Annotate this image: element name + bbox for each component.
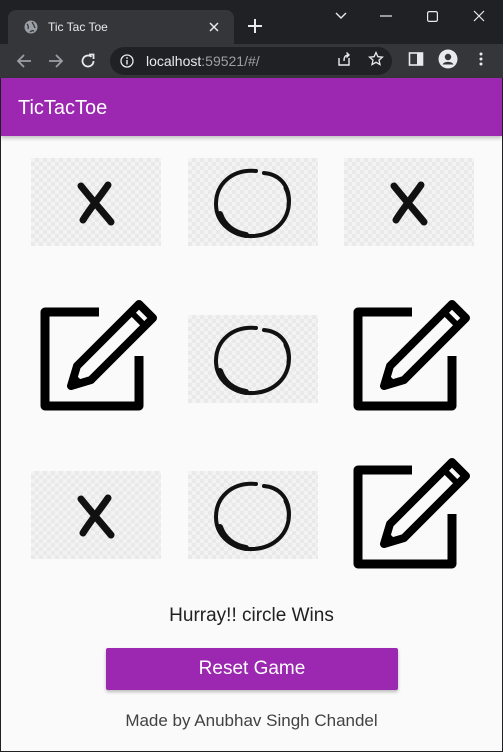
plus-icon[interactable] — [246, 17, 264, 35]
tab-title: Tic Tac Toe — [48, 20, 108, 34]
edit-square-icon — [353, 300, 470, 411]
circle-mark-icon — [213, 168, 292, 239]
edit-square-icon — [40, 300, 157, 411]
sidepanel-icon[interactable] — [408, 51, 424, 67]
url-host: localhost — [146, 53, 202, 69]
close-icon[interactable] — [206, 19, 222, 35]
browser-toolbar: localhost:59521/#/ — [0, 44, 503, 78]
edit-square-icon — [353, 458, 470, 569]
board-cell-1[interactable] — [31, 158, 161, 246]
chevron-down-icon[interactable] — [331, 6, 351, 26]
board-cell-4[interactable] — [35, 298, 165, 428]
globe-icon — [24, 20, 38, 34]
app-title: TicTacToe — [18, 97, 108, 119]
board-cell-2[interactable] — [188, 158, 318, 246]
info-icon[interactable] — [120, 54, 134, 68]
browser-tab[interactable]: Tic Tac Toe — [8, 10, 234, 44]
app-bar: TicTacToe — [1, 78, 502, 136]
x-mark-icon — [77, 494, 115, 539]
game-status: Hurray!! circle Wins — [169, 605, 334, 626]
board-cell-8[interactable] — [188, 471, 318, 559]
x-mark-icon — [390, 181, 428, 226]
browser-window: Tic Tac Toe localhost:59521/#/ TicTacToe… — [0, 0, 503, 752]
maximize-icon[interactable] — [422, 6, 442, 26]
star-icon[interactable] — [368, 51, 384, 67]
board-cell-6[interactable] — [348, 298, 478, 428]
tab-strip: Tic Tac Toe — [0, 0, 503, 44]
reset-game-button[interactable]: Reset Game — [106, 648, 398, 690]
forward-icon[interactable] — [46, 51, 66, 71]
board-cell-5[interactable] — [188, 315, 318, 403]
board-cell-9[interactable] — [348, 456, 478, 586]
app-page: TicTacToe Hurray!! circle Wins Reset Gam… — [1, 78, 502, 751]
url-text: localhost:59521/#/ — [146, 53, 260, 69]
board-cell-3[interactable] — [344, 158, 474, 246]
circle-mark-icon — [213, 325, 292, 396]
circle-mark-icon — [213, 481, 292, 552]
menu-icon[interactable] — [473, 51, 489, 67]
reload-icon[interactable] — [78, 51, 98, 71]
footer-credit: Made by Anubhav Singh Chandel — [125, 711, 378, 730]
x-mark-icon — [77, 181, 115, 226]
board-cell-7[interactable] — [31, 471, 161, 559]
url-path: :59521/#/ — [201, 53, 260, 69]
close-window-icon[interactable] — [469, 6, 489, 26]
minimize-icon[interactable] — [376, 6, 396, 26]
share-icon[interactable] — [336, 51, 352, 67]
back-icon[interactable] — [14, 51, 34, 71]
profile-icon[interactable] — [438, 49, 458, 69]
